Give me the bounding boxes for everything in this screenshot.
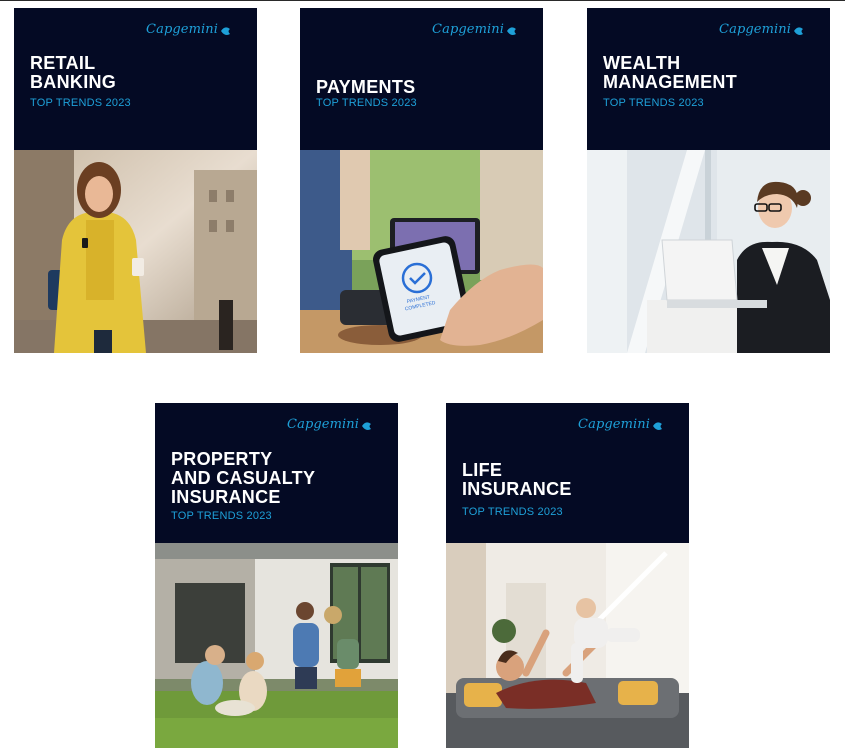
cover-title: RETAIL BANKING — [30, 53, 117, 92]
brand-logo: Capgemini — [578, 417, 663, 432]
woman-with-phone-and-coffee-photo — [14, 150, 257, 353]
cover-header-band: Capgemini RETAIL BANKING TOP TRENDS 2023 — [14, 8, 257, 150]
cover-header-band: Capgemini PROPERTY AND CASUALTY INSURANC… — [155, 403, 398, 543]
spade-icon — [220, 25, 231, 35]
cover-subtitle: TOP TRENDS 2023 — [171, 510, 272, 522]
cover-header-band: Capgemini WEALTH MANAGEMENT TOP TRENDS 2… — [587, 8, 830, 150]
cover-title: WEALTH MANAGEMENT — [603, 53, 737, 92]
cover-subtitle: TOP TRENDS 2023 — [462, 506, 563, 518]
contactless-phone-payment-photo: PAYMENT COMPLETED — [300, 150, 543, 353]
report-cover-wealth-management[interactable]: Capgemini WEALTH MANAGEMENT TOP TRENDS 2… — [587, 8, 830, 353]
businesswoman-with-laptop-photo — [587, 150, 830, 353]
top-divider — [0, 0, 845, 1]
cover-subtitle: TOP TRENDS 2023 — [316, 97, 417, 109]
report-cover-property-and-casualty-insurance[interactable]: Capgemini PROPERTY AND CASUALTY INSURANC… — [155, 403, 398, 748]
report-cover-retail-banking[interactable]: Capgemini RETAIL BANKING TOP TRENDS 2023 — [14, 8, 257, 353]
cover-title: PAYMENTS — [316, 77, 416, 97]
cover-header-band: Capgemini LIFE INSURANCE TOP TRENDS 2023 — [446, 403, 689, 543]
cover-header-band: Capgemini PAYMENTS TOP TRENDS 2023 — [300, 8, 543, 150]
brand-logo: Capgemini — [719, 22, 804, 37]
cover-title: PROPERTY AND CASUALTY INSURANCE — [171, 449, 316, 507]
spade-icon — [361, 420, 372, 430]
brand-logo: Capgemini — [432, 22, 517, 37]
report-cover-payments[interactable]: Capgemini PAYMENTS TOP TRENDS 2023 PAYME… — [300, 8, 543, 353]
father-lifting-child-on-sofa-photo — [446, 543, 689, 748]
cover-subtitle: TOP TRENDS 2023 — [603, 97, 704, 109]
cover-title: LIFE INSURANCE — [462, 460, 572, 499]
cover-subtitle: TOP TRENDS 2023 — [30, 97, 131, 109]
spade-icon — [652, 420, 663, 430]
family-playing-in-garden-photo — [155, 543, 398, 748]
spade-icon — [793, 25, 804, 35]
spade-icon — [506, 25, 517, 35]
report-cover-life-insurance[interactable]: Capgemini LIFE INSURANCE TOP TRENDS 2023 — [446, 403, 689, 748]
brand-logo: Capgemini — [146, 22, 231, 37]
brand-logo: Capgemini — [287, 417, 372, 432]
